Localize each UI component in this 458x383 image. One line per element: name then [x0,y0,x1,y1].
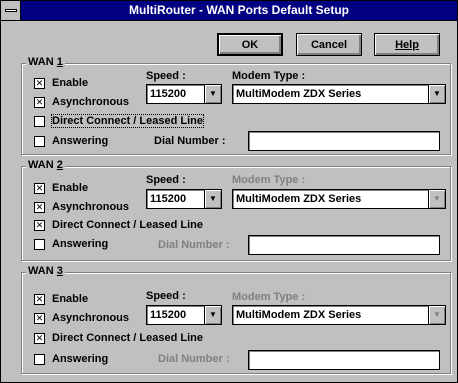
dropdown-arrow-icon[interactable]: ▼ [428,306,445,324]
checkbox-empty-icon [34,238,45,250]
wan-3-speed-value: 115200 [150,309,187,321]
wan-2-title: WAN 2 [26,159,65,171]
wan-2-asynchronous-checkbox[interactable]: Asynchronous [34,200,129,214]
window-title: MultiRouter - WAN Ports Default Setup [129,3,349,17]
wan-1-asynchronous-checkbox[interactable]: Asynchronous [34,95,129,109]
wan-3-direct-connect-checkbox[interactable]: Direct Connect / Leased Line [34,331,203,345]
system-menu-button[interactable] [1,1,21,20]
wan-3-dial-number-field[interactable] [248,350,440,370]
wan-2-direct-connect-checkbox[interactable]: Direct Connect / Leased Line [34,218,203,232]
wan-3-title: WAN 3 [26,265,65,277]
wan-1-title: WAN 1 [26,56,65,68]
dropdown-arrow-icon[interactable]: ▼ [204,85,221,103]
wan-1-modem-type-select[interactable]: MultiModem ZDX Series ▼ [232,84,446,104]
system-menu-icon [5,9,17,12]
wan-2-speed-value: 115200 [150,193,187,205]
help-button-label: Help [395,38,419,51]
wan-1-speed-label: Speed : [146,70,186,82]
x-check-icon [34,77,45,89]
wan-1-direct-connect-checkbox[interactable]: Direct Connect / Leased Line [34,114,204,128]
wan-2-group: WAN 2 Enable Asynchronous Direct Connect… [21,159,451,261]
wan-1-modem-type-label: Modem Type : [232,70,306,82]
x-check-icon [34,182,45,194]
wan-2-modem-type-value: MultiModem ZDX Series [236,193,362,205]
wan-1-speed-value: 115200 [150,88,187,100]
wan-3-modem-type-select[interactable]: MultiModem ZDX Series ▼ [232,305,446,325]
x-check-icon [34,96,45,108]
wan-1-dial-number-field[interactable] [248,131,440,151]
wan-2-dial-number-label: Dial Number : [158,239,230,251]
wan-2-modem-type-select[interactable]: MultiModem ZDX Series ▼ [232,189,446,209]
checkbox-empty-icon [34,353,45,365]
wan-2-dial-number-field[interactable] [248,235,440,255]
wan-2-answering-checkbox[interactable]: Answering [34,237,108,251]
x-check-icon [34,201,45,213]
x-check-icon [34,312,45,324]
checkbox-empty-icon [34,135,45,147]
wan-3-enable-checkbox[interactable]: Enable [34,292,88,306]
x-check-icon [34,293,45,305]
cancel-button[interactable]: Cancel [296,33,362,56]
wan-2-modem-type-label: Modem Type : [232,174,306,186]
wan-1-modem-type-value: MultiModem ZDX Series [236,88,362,100]
wan-1-enable-checkbox[interactable]: Enable [34,76,88,90]
wan-1-answering-checkbox[interactable]: Answering [34,134,108,148]
wan-3-modem-type-value: MultiModem ZDX Series [236,309,362,321]
wan-2-speed-label: Speed : [146,174,186,186]
wan-1-dial-number-label: Dial Number : [154,135,226,147]
checkbox-empty-icon [34,115,45,127]
dialog-window: MultiRouter - WAN Ports Default Setup OK… [0,0,458,383]
dropdown-arrow-icon[interactable]: ▼ [204,306,221,324]
wan-1-speed-select[interactable]: 115200 ▼ [146,84,222,104]
x-check-icon [34,332,45,344]
wan-2-speed-select[interactable]: 115200 ▼ [146,189,222,209]
ok-button[interactable]: OK [217,33,283,56]
wan-3-answering-checkbox[interactable]: Answering [34,352,108,366]
wan-2-enable-checkbox[interactable]: Enable [34,181,88,195]
wan-3-asynchronous-checkbox[interactable]: Asynchronous [34,311,129,325]
wan-3-group: WAN 3 Enable Asynchronous Direct Connect… [21,265,451,374]
help-button[interactable]: Help [374,33,440,56]
cancel-button-label: Cancel [310,38,348,51]
dropdown-arrow-icon[interactable]: ▼ [204,190,221,208]
title-bar[interactable]: MultiRouter - WAN Ports Default Setup [1,1,457,21]
wan-3-dial-number-label: Dial Number : [158,353,230,365]
dropdown-arrow-icon[interactable]: ▼ [428,190,445,208]
x-check-icon [34,219,45,231]
dropdown-arrow-icon[interactable]: ▼ [428,85,445,103]
wan-1-group: WAN 1 Enable Asynchronous Direct Connect… [21,56,451,155]
wan-3-speed-label: Speed : [146,290,186,302]
wan-3-modem-type-label: Modem Type : [232,291,306,303]
wan-3-speed-select[interactable]: 115200 ▼ [146,305,222,325]
ok-button-label: OK [241,38,259,51]
